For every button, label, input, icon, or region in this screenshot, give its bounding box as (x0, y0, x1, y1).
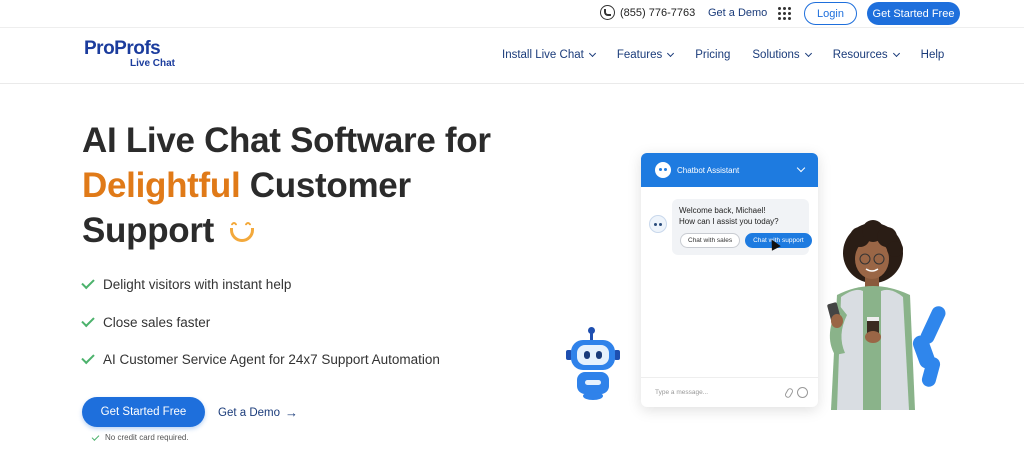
hero-heading-line1: AI Live Chat Software for (82, 121, 491, 160)
feature-item: Delight visitors with instant help (81, 266, 440, 304)
hero-heading-line2: Customer (240, 166, 411, 205)
phone-icon (600, 5, 615, 20)
top-utility-bar: (855) 776-7763 Get a Demo Login Get Star… (0, 0, 1024, 28)
checkmark-icon (81, 276, 95, 290)
phone-number: (855) 776-7763 (620, 6, 696, 19)
top-get-demo-link[interactable]: Get a Demo (708, 7, 767, 19)
nav-item-solutions[interactable]: Solutions (752, 49, 812, 61)
logo-subtitle: Live Chat (130, 58, 176, 69)
chat-widget-title: Chatbot Assistant (677, 165, 740, 175)
chat-greeting-line2: How can I assist you today? (679, 217, 779, 226)
proprofs-logo[interactable]: ProProfs Live Chat (84, 39, 175, 69)
nav-menu: Install Live Chat Features Pricing Solut… (502, 49, 966, 61)
hero-heading-line3: Support (82, 211, 215, 250)
checkmark-icon (81, 351, 95, 365)
feature-item: Close sales faster (81, 304, 440, 342)
main-navigation: ProProfs Live Chat Install Live Chat Fea… (0, 29, 1024, 84)
hero-heading: AI Live Chat Software for Delightful Cus… (82, 118, 542, 253)
nav-item-help[interactable]: Help (921, 49, 945, 61)
chat-message-input[interactable]: Type a message... (641, 377, 818, 407)
robot-mascot-illustration (565, 327, 621, 402)
top-get-started-button[interactable]: Get Started Free (867, 2, 960, 25)
chevron-down-icon[interactable] (796, 163, 806, 173)
phone-contact[interactable]: (855) 776-7763 (600, 5, 695, 20)
quick-replies: Chat with sales Chat with support (680, 233, 817, 248)
chevron-down-icon (667, 49, 675, 58)
emoji-icon[interactable] (797, 387, 808, 398)
apps-grid-icon[interactable] (778, 7, 791, 20)
chevron-down-icon (588, 49, 596, 58)
chat-widget-mockup: Chatbot Assistant Welcome back, Michael!… (641, 153, 818, 407)
chatbot-avatar-icon (655, 162, 671, 178)
chat-input-placeholder: Type a message... (655, 389, 709, 396)
arrow-right-icon: → (285, 405, 298, 420)
checkmark-icon (81, 313, 95, 327)
feature-list: Delight visitors with instant help Close… (81, 266, 440, 379)
chevron-down-icon (804, 49, 812, 58)
woman-with-phone-illustration (827, 220, 915, 410)
chat-widget-header[interactable]: Chatbot Assistant (641, 153, 818, 187)
quick-reply-sales[interactable]: Chat with sales (680, 233, 741, 248)
no-credit-card-note: No credit card required. (91, 432, 189, 442)
hero-heading-accent: Delightful (82, 166, 241, 205)
get-started-button[interactable]: Get Started Free (82, 397, 205, 427)
get-demo-link[interactable]: Get a Demo → (218, 405, 298, 420)
nav-item-resources[interactable]: Resources (833, 49, 900, 61)
chat-greeting-line1: Welcome back, Michael! (679, 206, 766, 215)
nav-item-features[interactable]: Features (617, 49, 675, 61)
smile-icon (227, 220, 257, 246)
chevron-down-icon (892, 49, 900, 58)
logo-wordmark: ProProfs (84, 38, 161, 59)
bot-avatar-icon (649, 215, 667, 233)
nav-item-install-live-chat[interactable]: Install Live Chat (502, 49, 596, 61)
login-button[interactable]: Login (804, 2, 857, 25)
feature-item: AI Customer Service Agent for 24x7 Suppo… (81, 341, 440, 379)
attachment-icon[interactable] (783, 387, 795, 399)
checkmark-icon (91, 432, 100, 441)
nav-item-pricing[interactable]: Pricing (695, 49, 730, 61)
